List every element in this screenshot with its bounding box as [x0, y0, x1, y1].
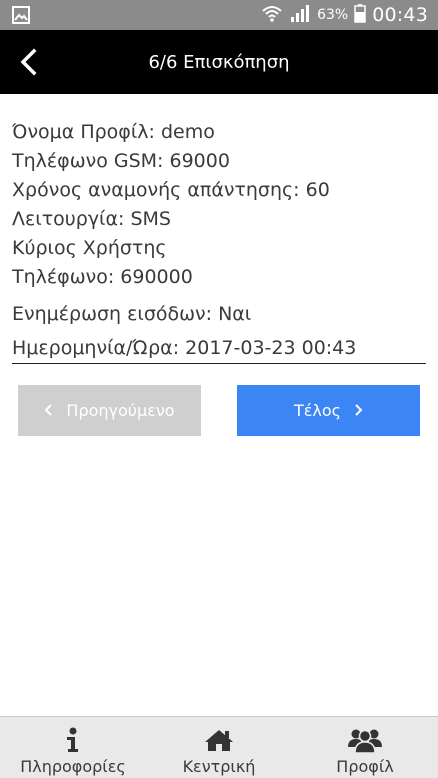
back-button[interactable] — [6, 40, 50, 84]
response-wait-text: Χρόνος αναμονής απάντησης: 60 — [12, 179, 330, 201]
nav-label-info: Πληροφορίες — [20, 757, 126, 776]
chevron-left-icon — [20, 48, 37, 76]
signal-icon — [289, 3, 311, 27]
datetime-text: Ημερομηνία/Ώρα: 2017-03-23 00:43 — [12, 333, 426, 364]
wifi-icon — [261, 3, 283, 27]
status-time: 00:43 — [372, 4, 428, 26]
phone-text: Τηλέφωνο: 690000 — [12, 266, 193, 288]
status-bar: 63% 00:43 — [0, 0, 438, 30]
nav-label-home: Κεντρική — [182, 757, 256, 776]
bottom-nav: Πληροφορίες Κεντρική Προφίλ — [0, 716, 438, 778]
users-icon — [348, 725, 382, 755]
finish-button-label: Τέλος — [293, 401, 342, 420]
battery-percent: 63% — [317, 7, 349, 23]
mode-text: Λειτουργία: SMS — [12, 208, 171, 230]
previous-button[interactable]: Προηγούμενο — [18, 385, 201, 436]
summary-panel: Όνομα Προφίλ: demo Τηλέφωνο GSM: 69000 Χ… — [12, 118, 426, 364]
app-header: 6/6 Επισκόπηση — [0, 30, 438, 94]
input-update-text: Ενημέρωση εισόδων: Ναι — [12, 303, 252, 325]
info-icon — [66, 725, 80, 755]
main-user-text: Κύριος Χρήστης — [12, 237, 167, 259]
chevron-right-icon — [355, 402, 363, 420]
profile-name-text: Όνομα Προφίλ: demo — [12, 121, 215, 143]
previous-button-label: Προηγούμενο — [66, 401, 175, 420]
nav-item-info[interactable]: Πληροφορίες — [0, 717, 146, 778]
battery-icon — [354, 3, 366, 27]
home-icon — [204, 725, 234, 755]
chevron-left-icon — [44, 402, 53, 420]
finish-button[interactable]: Τέλος — [237, 385, 420, 436]
nav-item-home[interactable]: Κεντρική — [146, 717, 292, 778]
nav-label-profile: Προφίλ — [336, 757, 394, 776]
nav-item-profile[interactable]: Προφίλ — [292, 717, 438, 778]
gsm-phone-text: Τηλέφωνο GSM: 69000 — [12, 150, 230, 172]
page-title: 6/6 Επισκόπηση — [148, 51, 290, 73]
image-icon — [12, 6, 30, 24]
